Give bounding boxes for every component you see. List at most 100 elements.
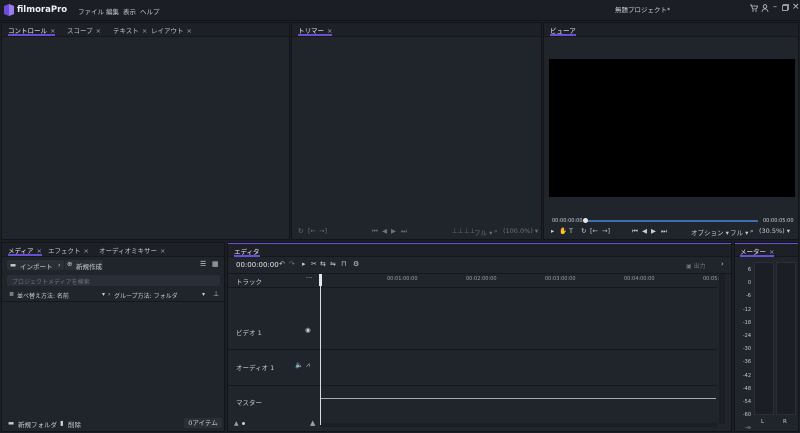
waveform-icon[interactable]: ⩘ [306,361,310,370]
viewer-scrubber[interactable]: 00:00:00:00 00:00:05:00 [549,217,795,225]
tab-audio-mixer[interactable]: オーディオミキサー × [99,245,166,256]
step-back-icon[interactable]: ◀ [382,227,387,235]
close-icon[interactable]: × [792,2,800,12]
cart-icon[interactable] [750,4,758,12]
mark-in-icon[interactable]: [← [308,227,316,235]
mountain-large-icon[interactable]: ▲ [310,419,315,427]
viewer-tabbar: ビューア [544,23,798,37]
timeline-horizontal-scrollbar[interactable] [321,423,717,427]
close-tab-icon[interactable]: × [50,27,55,35]
select-tool-icon[interactable]: ▸ [551,227,554,235]
editor-timecode[interactable]: 00:00:00:00 [236,261,279,269]
timeline-vertical-scrollbar[interactable] [719,274,725,424]
viewer-progress-track[interactable] [586,220,758,222]
close-tab-icon[interactable]: × [84,247,89,255]
media-search-field[interactable]: プロジェクトメディアを検索 [7,275,220,286]
insert-icon[interactable]: ⊥⊥ [452,227,463,235]
timeline-zoom-dot[interactable] [242,422,245,425]
tab-control[interactable]: コントロール × [8,25,56,36]
ripple-tool-icon[interactable]: ⇆ [320,260,326,268]
sort-select[interactable]: ≣ 並べ替え方法: 名前 ▾ [7,290,107,300]
razor-tool-icon[interactable]: ✂ [311,260,317,268]
menu-edit[interactable]: 編集 [106,6,119,16]
tab-media[interactable]: メディア × [8,245,42,256]
menu-view[interactable]: 表示 [123,6,136,16]
tab-effects[interactable]: エフェクト × [48,245,89,256]
menu-help[interactable]: ヘルプ [140,6,160,16]
loop-icon[interactable]: ↻ [581,227,586,235]
trash-icon[interactable]: ▮ [60,419,64,427]
new-item-button[interactable]: ⊕ 新規作成 [65,260,103,271]
viewer-zoom-value[interactable]: (30.5%) ▾ [759,227,790,235]
close-tab-icon[interactable]: × [142,27,147,35]
list-view-icon[interactable]: ☰ [200,260,206,268]
magnifier-icon[interactable]: ⌕ [494,227,498,236]
minimize-icon[interactable]: – [773,2,777,11]
tab-viewer[interactable]: ビューア [550,25,576,36]
mark-in-icon[interactable]: [← [590,227,598,235]
control-panel: コントロール × スコープ × テキスト × レイアウト × [1,22,290,240]
snap-icon[interactable]: ⊓ [341,260,346,268]
meter-scale-tick: -18 [742,319,751,326]
import-button[interactable]: ▬ インポート › [7,260,64,271]
playhead-handle[interactable] [319,274,322,286]
thumbnail-view-icon[interactable]: ▦ [212,260,219,268]
viewer-canvas[interactable] [549,59,795,197]
select-tool-icon[interactable]: ▸ [302,260,306,268]
loop-icon[interactable]: ↻ [298,227,303,235]
close-tab-icon[interactable]: × [37,247,42,255]
mark-out-icon[interactable]: →] [319,227,327,235]
close-tab-icon[interactable]: × [187,27,192,35]
track-row-master[interactable]: マスター [228,386,320,416]
mark-out-icon[interactable]: →] [602,227,610,235]
next-frame-icon[interactable]: ⏭ [401,227,407,236]
close-tab-icon[interactable]: × [96,27,101,35]
column-settings-icon[interactable]: ⊥ [213,290,219,298]
hand-tool-icon[interactable]: ✋ [559,227,567,235]
playhead-handle[interactable] [583,218,588,223]
speaker-icon[interactable]: 🔈 [295,361,303,369]
app-logo-text: filmoraPro [17,5,68,15]
account-icon[interactable] [761,4,769,12]
mountain-small-icon[interactable]: ▲ [234,420,239,427]
new-folder-button[interactable]: 新規フォルダ [18,419,57,429]
trimmer-zoom-value[interactable]: (100.0%) ▾ [503,227,538,235]
play-icon[interactable]: ▶ [651,227,656,235]
step-back-icon[interactable]: ◀ [642,227,647,235]
play-icon[interactable]: ▶ [391,227,396,235]
tab-text[interactable]: テキスト × [113,25,147,36]
tab-trimmer[interactable]: トリマー × [298,25,333,36]
tab-meter[interactable]: メーター × [740,246,775,257]
settings-gear-icon[interactable]: ⚙ [353,260,359,268]
trimmer-zoom-select[interactable]: フル ▾ [474,227,492,237]
output-button[interactable]: ▣ 出力 [686,261,706,270]
close-tab-icon[interactable]: × [769,248,774,256]
undo-icon[interactable]: ↶ [279,260,285,268]
viewer-zoom-select[interactable]: フル ▾ [730,227,748,237]
track-menu-icon[interactable]: ··· [306,274,312,282]
master-level-line [321,398,716,399]
close-tab-icon[interactable]: × [327,27,332,35]
next-frame-icon[interactable]: ⏭ [661,227,667,236]
chevron-right-icon[interactable]: › [721,260,724,268]
group-select[interactable]: › グループ方法: フォルダ ▾ [108,290,208,300]
playhead-line[interactable] [320,274,321,425]
tab-layout[interactable]: レイアウト × [151,25,192,36]
viewer-options-select[interactable]: オプション ▾ [691,227,729,237]
prev-frame-icon[interactable]: ⏮ [372,227,378,236]
track-row-audio-1[interactable]: オーディオ 1 🔈 ⩘ [228,350,320,384]
magnifier-icon[interactable]: ⌕ [750,227,754,236]
eye-icon[interactable]: ◉ [305,326,311,334]
text-tool-icon[interactable]: T [569,227,573,235]
menu-file[interactable]: ファイル [78,6,104,16]
restore-icon[interactable] [782,4,789,11]
timeline-ruler[interactable]: 00:01:00:00 00:02:00:00 00:03:00:00 00:0… [321,274,722,287]
track-row-video-1[interactable]: ビデオ 1 ◉ [228,288,320,348]
delete-button[interactable]: 削除 [68,419,81,429]
redo-icon[interactable]: ↷ [289,260,295,268]
slip-tool-icon[interactable]: ⇋ [330,260,336,268]
close-tab-icon[interactable]: × [160,247,165,255]
tab-editor[interactable]: エディタ [234,246,260,257]
prev-frame-icon[interactable]: ⏮ [632,227,638,236]
tab-scope[interactable]: スコープ × [67,25,101,36]
